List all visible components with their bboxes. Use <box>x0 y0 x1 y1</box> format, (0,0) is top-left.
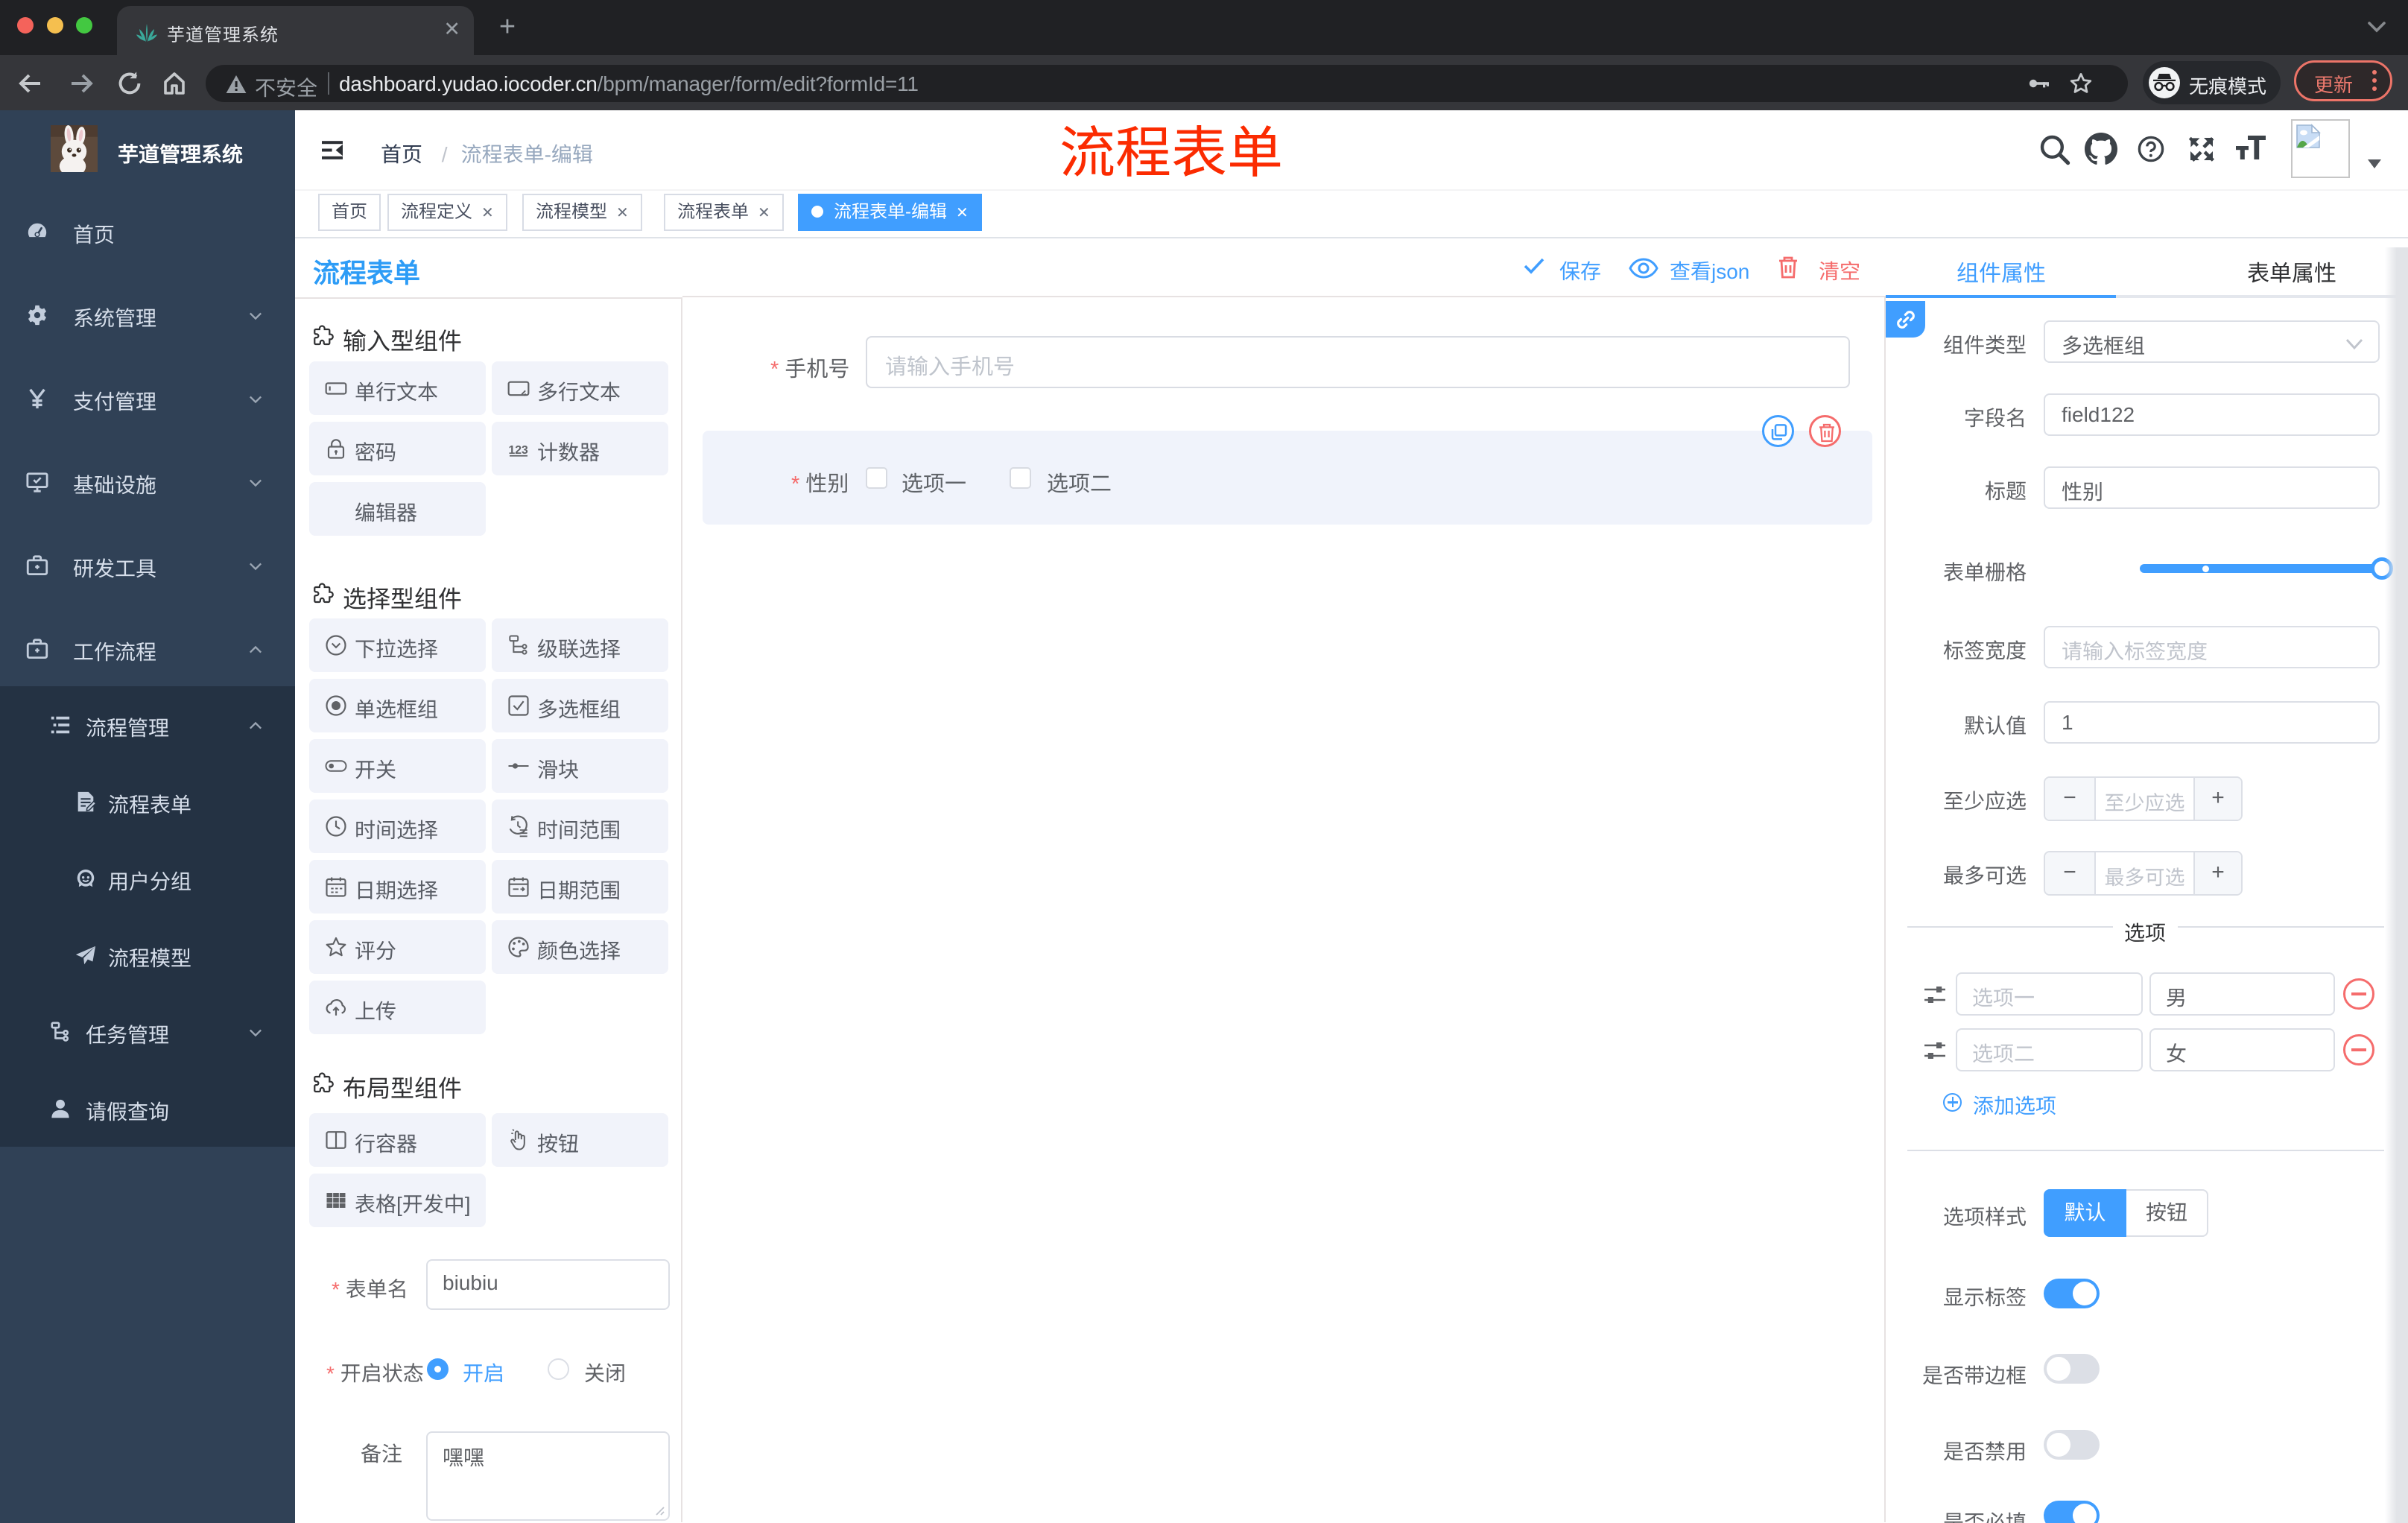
svg-text:123: 123 <box>509 444 529 457</box>
